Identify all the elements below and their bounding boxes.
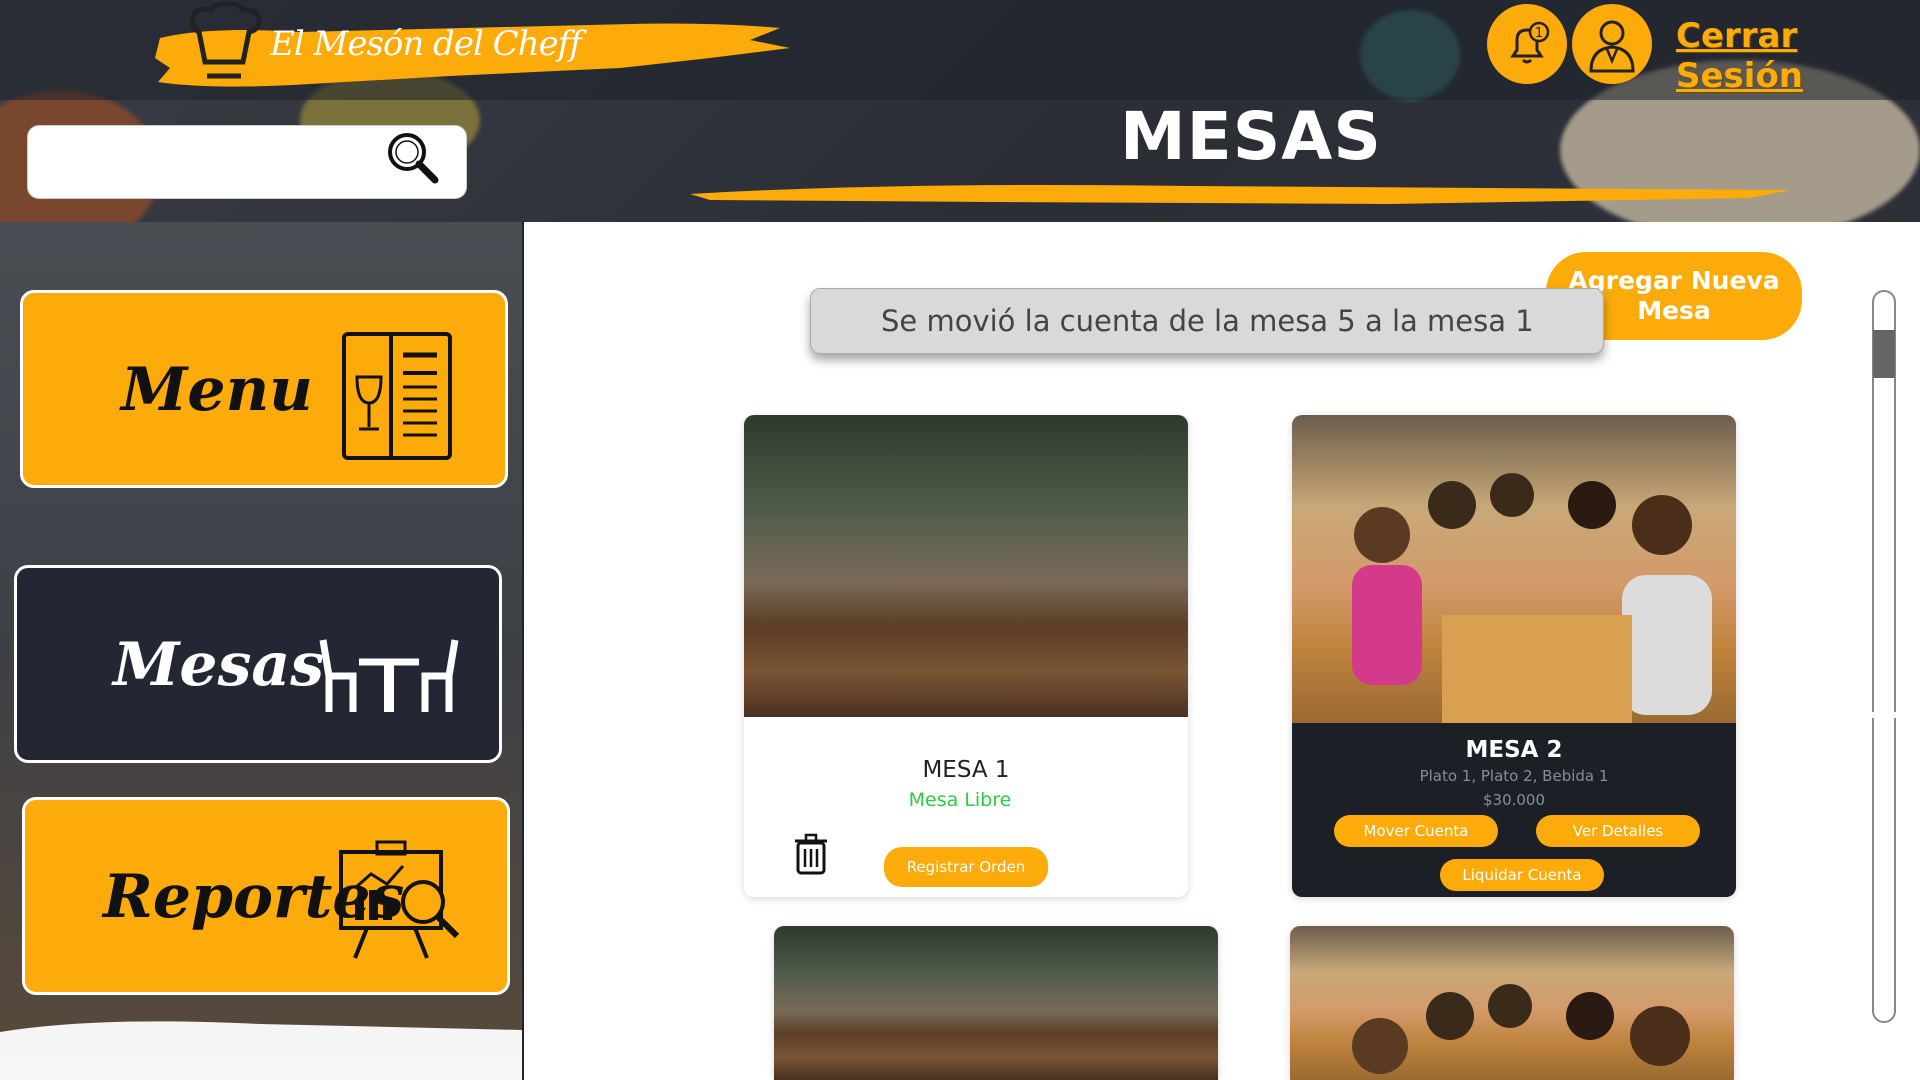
move-account-button[interactable]: Mover Cuenta <box>1334 815 1498 847</box>
trash-icon[interactable] <box>794 833 828 875</box>
sidebar-item-label: Mesas <box>113 630 325 700</box>
table-card-mesa-4 <box>1290 926 1734 1080</box>
sidebar-item-mesas[interactable]: Mesas <box>14 565 502 763</box>
bell-icon: 1 <box>1510 21 1550 64</box>
user-profile-button[interactable] <box>1572 4 1652 84</box>
title-brush-stroke <box>690 185 1790 204</box>
register-order-button[interactable]: Registrar Orden <box>884 847 1048 887</box>
table-card-mesa-2: MESA 2 Plato 1, Plato 2, Bebida 1 $30.00… <box>1292 415 1736 897</box>
table-chairs-icon <box>319 639 459 712</box>
logout-link[interactable]: Cerrar Sesión <box>1676 16 1920 96</box>
table-name: MESA 2 <box>1465 737 1563 763</box>
view-details-button[interactable]: Ver Detalles <box>1536 815 1700 847</box>
scrollbar-track[interactable] <box>1872 290 1896 1023</box>
table-card-mesa-1: MESA 1 Mesa Libre Registrar Orden <box>744 415 1188 897</box>
sidebar-item-menu[interactable]: Menu <box>20 290 508 488</box>
search-input[interactable] <box>42 140 392 186</box>
settle-account-button[interactable]: Liquidar Cuenta <box>1440 859 1604 891</box>
chef-hat-icon <box>190 2 262 79</box>
sidebar-item-reportes[interactable]: Reportes <box>22 797 510 995</box>
sidebar-brush-stroke <box>0 1021 522 1080</box>
table-photo <box>1292 415 1736 723</box>
report-chart-icon <box>339 840 460 959</box>
sidebar-item-label: Menu <box>121 355 313 425</box>
scrollbar-thumb[interactable] <box>1873 330 1895 378</box>
table-status: Mesa Libre <box>908 789 1012 811</box>
table-card-mesa-3 <box>774 926 1218 1080</box>
logo-text: El Mesón del Cheff <box>270 24 582 64</box>
toast-notification: Se movió la cuenta de la mesa 5 a la mes… <box>810 288 1604 354</box>
magnifier-icon[interactable] <box>385 130 441 186</box>
page-title: MESAS <box>1120 98 1382 175</box>
table-card-body: MESA 2 Plato 1, Plato 2, Bebida 1 $30.00… <box>1292 723 1736 897</box>
chef-user-icon <box>1589 20 1635 73</box>
table-photo <box>1290 926 1734 1080</box>
menu-book-icon <box>342 332 452 460</box>
notification-count: 1 <box>1535 26 1543 41</box>
table-items: Plato 1, Plato 2, Bebida 1 <box>1419 767 1609 785</box>
table-total: $30.000 <box>1482 791 1546 809</box>
table-name: MESA 1 <box>922 757 1010 783</box>
table-photo <box>774 926 1218 1080</box>
table-photo <box>744 415 1188 717</box>
table-card-body: MESA 1 Mesa Libre Registrar Orden <box>744 717 1188 897</box>
notifications-button[interactable]: 1 <box>1487 4 1567 84</box>
